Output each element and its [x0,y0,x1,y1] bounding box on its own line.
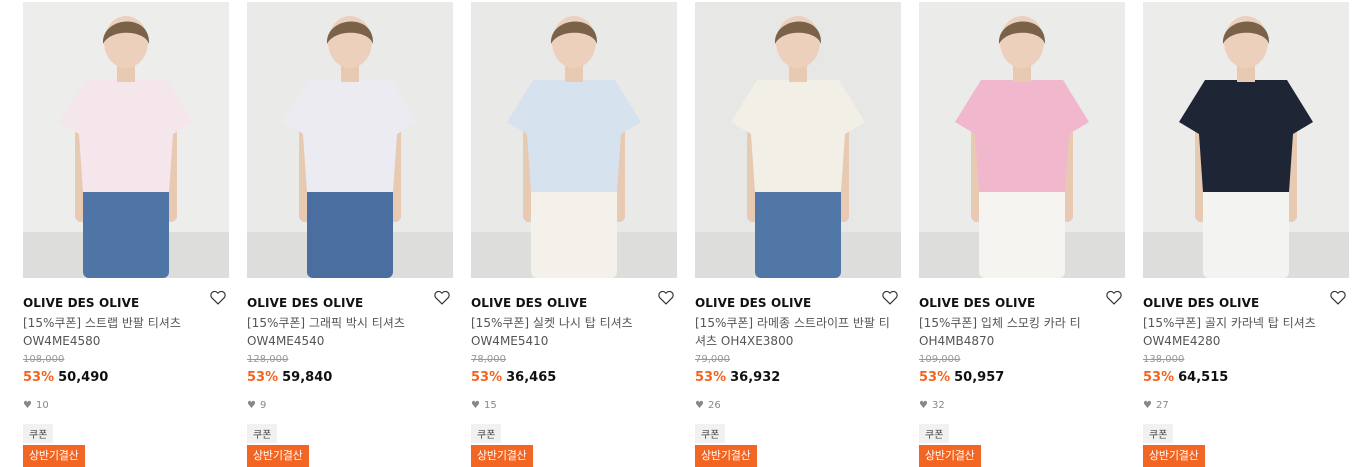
like-count-value: 26 [707,400,721,411]
price-row: 53% 36,932 [695,370,901,388]
product-name[interactable]: [15%쿠폰] 입체 스모킹 카라 티 OH4MB4870 [919,314,1119,350]
heart-icon[interactable] [657,289,677,307]
discount-rate: 53% [695,370,727,385]
heart-icon[interactable] [881,289,901,307]
product-card[interactable]: 상반기결산 OLIVE DES OLIVE [15%쿠폰] 라메종 스트라이프 … [695,2,901,467]
product-image[interactable] [695,2,901,278]
heart-filled-icon: ♥ [919,400,928,411]
original-price: 78,000 [471,354,506,365]
product-card[interactable]: 상반기결산 OLIVE DES OLIVE [15%쿠폰] 스트랩 반팔 티셔츠… [23,2,229,467]
product-card[interactable]: 상반기결산 OLIVE DES OLIVE [15%쿠폰] 그래픽 박시 티셔츠… [247,2,453,467]
sale-price: 36,465 [506,370,557,385]
price-row: 53% 50,490 [23,370,229,388]
promo-badge: 상반기결산 [695,445,757,467]
heart-icon[interactable] [1329,289,1349,307]
brand-name[interactable]: OLIVE DES OLIVE [471,296,587,310]
product-name[interactable]: [15%쿠폰] 스트랩 반팔 티셔츠 OW4ME4580 [23,314,223,350]
brand-name[interactable]: OLIVE DES OLIVE [247,296,363,310]
heart-filled-icon: ♥ [23,400,32,411]
product-image[interactable] [1143,2,1349,278]
sale-price: 64,515 [1178,370,1229,385]
product-name[interactable]: [15%쿠폰] 라메종 스트라이프 반팔 티셔츠 OH4XE3800 [695,314,895,350]
coupon-tag: 쿠폰 [919,424,950,443]
product-name[interactable]: [15%쿠폰] 골지 카라넥 탑 티셔츠 OW4ME4280 [1143,314,1343,350]
coupon-tag: 쿠폰 [247,424,278,443]
original-price: 138,000 [1143,354,1185,365]
heart-icon[interactable] [433,289,453,307]
model-illustration [919,16,1125,278]
discount-rate: 53% [1143,370,1175,385]
sale-price: 59,840 [282,370,333,385]
original-price: 109,000 [919,354,961,365]
like-count: ♥ 26 [695,400,901,414]
like-count: ♥ 27 [1143,400,1349,414]
discount-rate: 53% [919,370,951,385]
like-count-value: 15 [483,400,497,411]
like-count-value: 27 [1155,400,1169,411]
sale-price: 36,932 [730,370,781,385]
like-count: ♥ 10 [23,400,229,414]
like-count: ♥ 32 [919,400,1125,414]
heart-icon[interactable] [209,289,229,307]
price-row: 53% 64,515 [1143,370,1349,388]
product-image[interactable] [23,2,229,278]
heart-filled-icon: ♥ [247,400,256,411]
heart-icon[interactable] [1105,289,1125,307]
model-illustration [247,16,453,278]
like-count: ♥ 9 [247,400,453,414]
brand-name[interactable]: OLIVE DES OLIVE [23,296,139,310]
price-row: 53% 59,840 [247,370,453,388]
coupon-tag: 쿠폰 [1143,424,1174,443]
product-card[interactable]: 상반기결산 OLIVE DES OLIVE [15%쿠폰] 입체 스모킹 카라 … [919,2,1125,467]
coupon-tag: 쿠폰 [471,424,502,443]
heart-filled-icon: ♥ [1143,400,1152,411]
product-name[interactable]: [15%쿠폰] 실켓 나시 탑 티셔츠 OW4ME5410 [471,314,671,350]
like-count-value: 10 [35,400,49,411]
product-card[interactable]: 상반기결산 OLIVE DES OLIVE [15%쿠폰] 실켓 나시 탑 티셔… [471,2,677,467]
promo-badge: 상반기결산 [23,445,85,467]
product-card[interactable]: 상반기결산 OLIVE DES OLIVE [15%쿠폰] 골지 카라넥 탑 티… [1143,2,1349,467]
like-count-value: 9 [259,400,267,411]
discount-rate: 53% [23,370,55,385]
discount-rate: 53% [471,370,503,385]
promo-badge: 상반기결산 [919,445,981,467]
original-price: 108,000 [23,354,65,365]
brand-name[interactable]: OLIVE DES OLIVE [1143,296,1259,310]
promo-badge: 상반기결산 [247,445,309,467]
promo-badge: 상반기결산 [1143,445,1205,467]
discount-rate: 53% [247,370,279,385]
sale-price: 50,490 [58,370,109,385]
product-image[interactable] [919,2,1125,278]
coupon-tag: 쿠폰 [695,424,726,443]
price-row: 53% 36,465 [471,370,677,388]
sale-price: 50,957 [954,370,1005,385]
like-count: ♥ 15 [471,400,677,414]
brand-name[interactable]: OLIVE DES OLIVE [919,296,1035,310]
original-price: 128,000 [247,354,289,365]
original-price: 79,000 [695,354,730,365]
model-illustration [23,16,229,278]
coupon-tag: 쿠폰 [23,424,54,443]
product-image[interactable] [471,2,677,278]
heart-filled-icon: ♥ [695,400,704,411]
like-count-value: 32 [931,400,945,411]
brand-name[interactable]: OLIVE DES OLIVE [695,296,811,310]
model-illustration [471,16,677,278]
model-illustration [1143,16,1349,278]
model-illustration [695,16,901,278]
product-name[interactable]: [15%쿠폰] 그래픽 박시 티셔츠 OW4ME4540 [247,314,447,350]
price-row: 53% 50,957 [919,370,1125,388]
promo-badge: 상반기결산 [471,445,533,467]
product-image[interactable] [247,2,453,278]
product-grid: 상반기결산 OLIVE DES OLIVE [15%쿠폰] 스트랩 반팔 티셔츠… [0,0,1355,467]
heart-filled-icon: ♥ [471,400,480,411]
